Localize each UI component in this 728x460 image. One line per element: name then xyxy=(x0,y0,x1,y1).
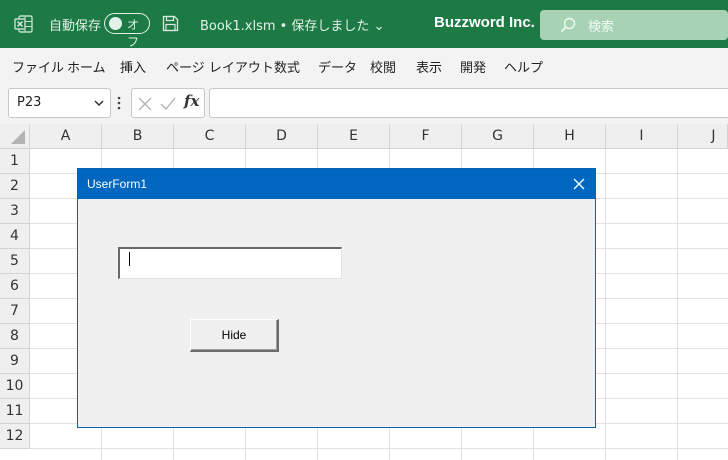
cancel-icon[interactable] xyxy=(138,97,152,111)
row-header-3[interactable]: 3 xyxy=(0,199,30,224)
column-header-g[interactable]: G xyxy=(462,124,534,149)
row-header-2[interactable]: 2 xyxy=(0,174,30,199)
hide-button[interactable]: Hide xyxy=(190,319,279,352)
column-header-h[interactable]: H xyxy=(534,124,606,149)
menu-data[interactable]: データ xyxy=(318,57,357,76)
row-header-8[interactable]: 8 xyxy=(0,324,30,349)
title-bar: 自動保存 オフ Book1.xlsm • 保存しました ⌄ Buzzword I… xyxy=(0,0,728,49)
excel-app-icon xyxy=(14,15,33,33)
autosave-toggle[interactable]: オフ xyxy=(104,13,150,49)
company-name: Buzzword Inc. xyxy=(434,14,535,31)
more-options-icon[interactable] xyxy=(117,95,121,111)
menu-formulas[interactable]: 数式 xyxy=(274,57,300,76)
column-header-d[interactable]: D xyxy=(246,124,318,149)
chevron-down-icon[interactable] xyxy=(94,99,104,107)
select-all-corner[interactable] xyxy=(0,124,30,149)
menu-help[interactable]: ヘルプ xyxy=(504,57,543,76)
toggle-knob xyxy=(109,17,122,30)
menu-insert[interactable]: 挿入 xyxy=(120,57,146,76)
userform-title: UserForm1 xyxy=(87,177,148,191)
search-placeholder: 検索 xyxy=(588,20,615,35)
row-header-7[interactable]: 7 xyxy=(0,299,30,324)
checkmark-icon[interactable] xyxy=(160,97,176,111)
row-header-10[interactable]: 10 xyxy=(0,374,30,399)
row-header-6[interactable]: 6 xyxy=(0,274,30,299)
row-header-12[interactable]: 12 xyxy=(0,424,30,449)
column-header-a[interactable]: A xyxy=(30,124,102,149)
search-icon xyxy=(560,17,576,33)
insert-function-icon[interactable]: fx xyxy=(184,92,199,110)
search-box[interactable]: 検索 xyxy=(540,10,728,40)
save-icon[interactable] xyxy=(162,15,179,32)
autosave-label: 自動保存 xyxy=(49,19,102,34)
name-box[interactable]: P23 xyxy=(8,88,111,118)
menu-review[interactable]: 校閲 xyxy=(370,57,396,76)
userform-title-bar[interactable]: UserForm1 xyxy=(78,169,595,199)
row-header-9[interactable]: 9 xyxy=(0,349,30,374)
column-header-b[interactable]: B xyxy=(102,124,174,149)
column-header-c[interactable]: C xyxy=(174,124,246,149)
column-header-f[interactable]: F xyxy=(390,124,462,149)
userform-dialog: UserForm1 Hide xyxy=(77,168,596,428)
column-header-j[interactable]: J xyxy=(678,124,728,149)
autosave-toggle-state: オフ xyxy=(127,18,140,49)
menu-file[interactable]: ファイル xyxy=(12,57,64,76)
row-header-5[interactable]: 5 xyxy=(0,249,30,274)
menu-developer[interactable]: 開発 xyxy=(460,57,486,76)
userform-textbox[interactable] xyxy=(118,247,342,279)
row-header-1[interactable]: 1 xyxy=(0,149,30,174)
menu-view[interactable]: 表示 xyxy=(416,57,442,76)
formula-controls: fx xyxy=(131,88,205,118)
text-caret xyxy=(129,252,130,266)
row-header-4[interactable]: 4 xyxy=(0,224,30,249)
name-box-value: P23 xyxy=(17,95,42,110)
document-filename[interactable]: Book1.xlsm • 保存しました ⌄ xyxy=(200,15,384,34)
close-icon[interactable] xyxy=(571,176,587,192)
column-header-i[interactable]: I xyxy=(606,124,678,149)
formula-input[interactable] xyxy=(209,88,728,118)
menu-home[interactable]: ホーム xyxy=(67,57,106,76)
ribbon-menu-bar: ファイル ホーム 挿入 ページ レイアウト 数式 データ 校閲 表示 開発 ヘル… xyxy=(0,48,728,82)
column-header-e[interactable]: E xyxy=(318,124,390,149)
menu-page-layout[interactable]: ページ レイアウト xyxy=(166,57,274,76)
row-header-11[interactable]: 11 xyxy=(0,399,30,424)
formula-bar: P23 fx xyxy=(0,82,728,124)
